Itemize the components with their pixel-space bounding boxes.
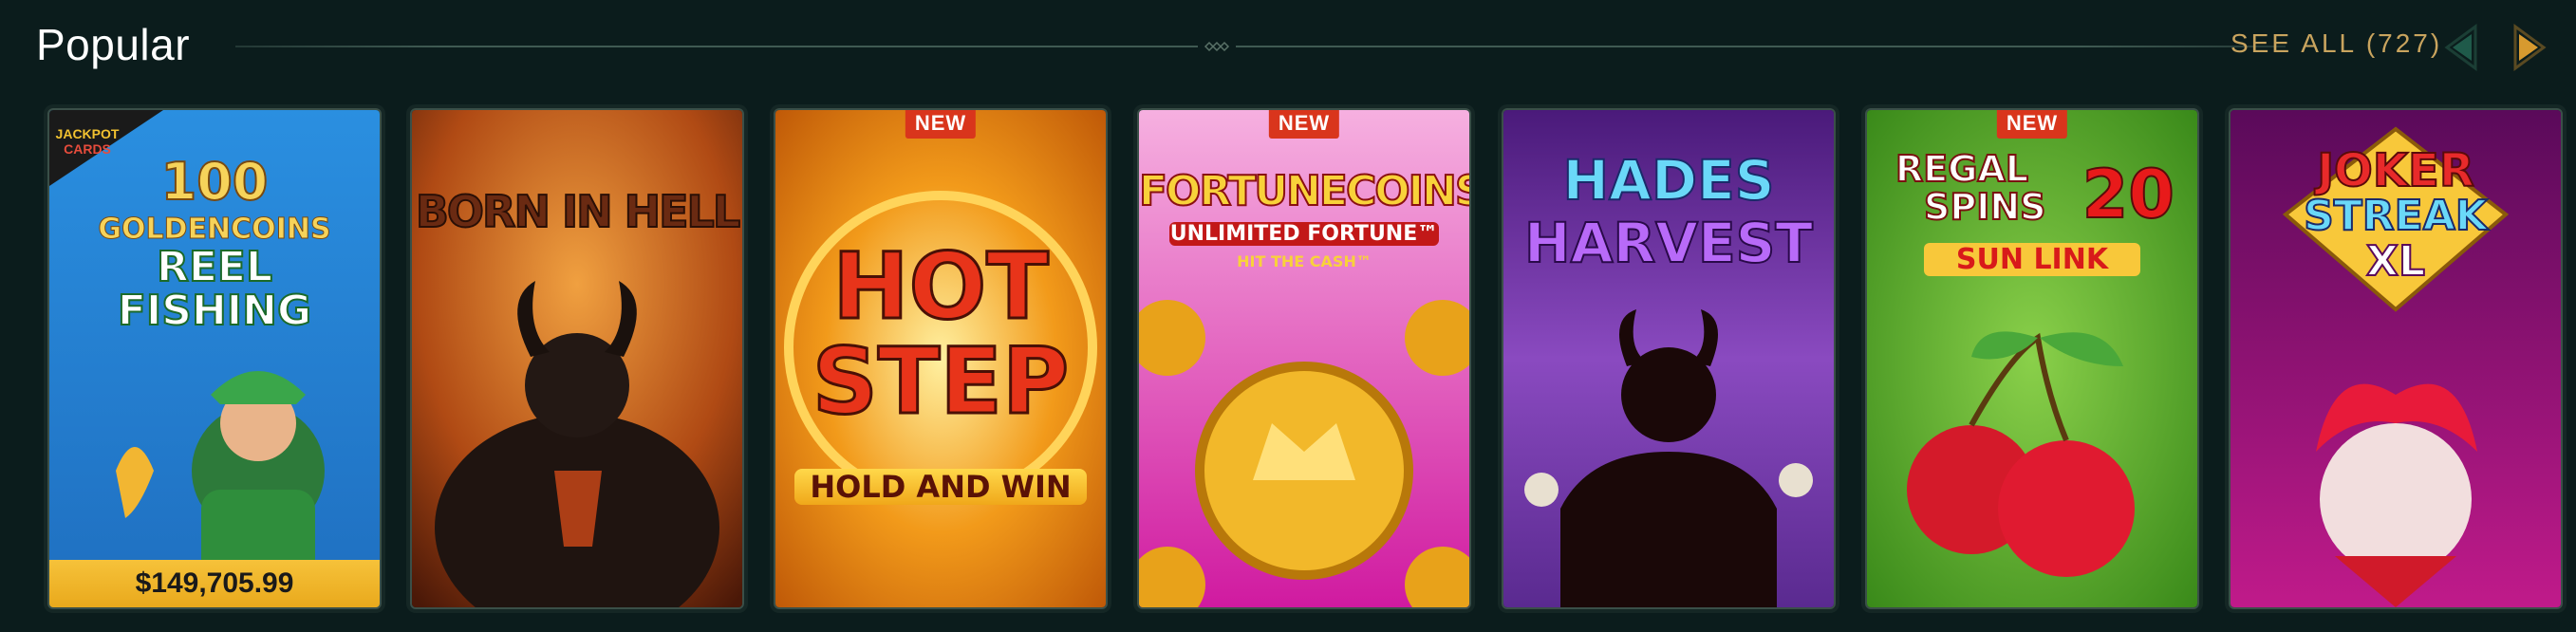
game-title-line: FORTUNECOINS bbox=[1139, 166, 1471, 216]
game-title-line: STEP bbox=[811, 327, 1071, 437]
game-card[interactable]: BORN IN HELL bbox=[410, 108, 744, 609]
jackpot-amount: $149,705.99 bbox=[49, 560, 380, 607]
game-thumbnail bbox=[412, 110, 742, 607]
game-carousel: JACKPOT CARDS 100 GOLDENCOINS REEL FISHI… bbox=[0, 102, 2576, 615]
divider-ornament-icon bbox=[1198, 41, 1236, 52]
section-title: Popular bbox=[36, 20, 191, 69]
new-badge: NEW bbox=[905, 110, 977, 139]
game-title-line: HARVEST bbox=[1523, 210, 1814, 276]
game-card[interactable]: NEW FORTUNECOINS UNLIMITED FORTUNE™ HIT … bbox=[1137, 108, 1471, 609]
game-card[interactable]: JOKER STREAK XL bbox=[2229, 108, 2563, 609]
game-title-line: FISHING bbox=[117, 286, 312, 336]
game-title-line: SUN LINK bbox=[1924, 243, 2140, 276]
game-card[interactable]: JACKPOT CARDS 100 GOLDENCOINS REEL FISHI… bbox=[47, 108, 382, 609]
game-title-line: HIT THE CASH™ bbox=[1237, 252, 1372, 270]
game-title-line: 20 bbox=[2081, 155, 2175, 234]
game-title-line: BORN IN HELL bbox=[415, 185, 741, 238]
svg-text:CARDS: CARDS bbox=[64, 141, 111, 157]
game-card[interactable]: NEW REGAL SPINS 20 SUN LINK bbox=[1865, 108, 2199, 609]
see-all-link[interactable]: SEE ALL (727) bbox=[2231, 28, 2442, 59]
game-title-line: UNLIMITED FORTUNE™ bbox=[1169, 222, 1439, 246]
game-title-line: HADES bbox=[1562, 147, 1776, 214]
game-title-line: STREAK bbox=[2303, 191, 2489, 241]
header-divider bbox=[235, 46, 2286, 47]
game-title-line: HOT bbox=[831, 232, 1050, 342]
game-title-line: HOLD AND WIN bbox=[794, 469, 1087, 505]
chevron-right-icon[interactable] bbox=[2504, 21, 2553, 74]
new-badge: NEW bbox=[1996, 110, 2068, 139]
new-badge: NEW bbox=[1268, 110, 1340, 139]
game-title-line: JOKER bbox=[2316, 143, 2475, 198]
game-title-line: XL bbox=[2365, 236, 2426, 287]
game-card[interactable]: NEW HOT STEP HOLD AND WIN bbox=[774, 108, 1108, 609]
game-card[interactable]: HADES HARVEST bbox=[1502, 108, 1836, 609]
game-title-line: REEL bbox=[156, 242, 273, 292]
game-title-line: SPINS bbox=[1923, 185, 2047, 229]
section-header: Popular SEE ALL (727) bbox=[0, 0, 2576, 95]
chevron-left-icon[interactable] bbox=[2437, 21, 2487, 74]
jackpot-cards-logo: JACKPOT CARDS bbox=[49, 110, 163, 186]
svg-text:JACKPOT: JACKPOT bbox=[56, 126, 120, 141]
game-title-line: REGAL bbox=[1895, 147, 2029, 191]
game-title-line: GOLDENCOINS bbox=[98, 213, 331, 247]
